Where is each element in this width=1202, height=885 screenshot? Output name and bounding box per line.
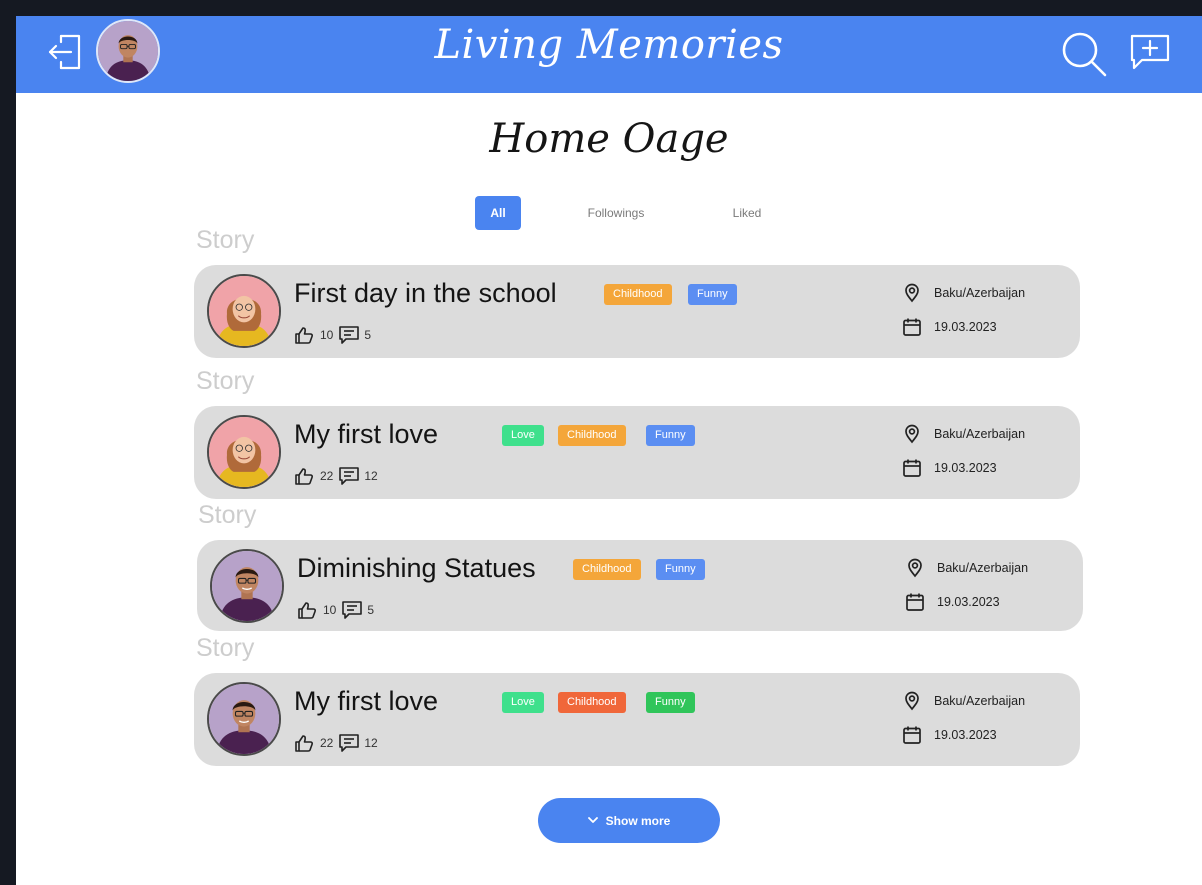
comment-icon[interactable] — [339, 467, 360, 485]
location-text: Baku/Azerbaijan — [934, 427, 1026, 441]
app-title: Living Memories — [434, 22, 784, 68]
comment-icon[interactable] — [339, 734, 360, 752]
story-date: 19.03.2023 — [902, 458, 997, 478]
story-card[interactable]: Diminishing Statues Childhood Funny 10 5… — [197, 540, 1083, 631]
story-stats: 10 5 — [297, 600, 374, 620]
tag-love[interactable]: Love — [502, 425, 544, 446]
tab-followings[interactable]: Followings — [568, 196, 664, 230]
author-avatar — [210, 549, 284, 623]
story-section-label: Story — [196, 367, 255, 395]
search-icon — [1062, 32, 1107, 77]
tag-childhood[interactable]: Childhood — [604, 284, 672, 305]
date-text: 19.03.2023 — [934, 728, 997, 742]
comment-icon[interactable] — [342, 601, 363, 619]
location-text: Baku/Azerbaijan — [934, 694, 1026, 708]
story-location: Baku/Azerbaijan — [902, 424, 1025, 444]
date-text: 19.03.2023 — [934, 320, 997, 334]
location-pin-icon — [905, 283, 919, 303]
story-location: Baku/Azerbaijan — [902, 283, 1025, 303]
top-navigation-bar: Living Memories — [16, 16, 1202, 93]
like-count: 22 — [320, 736, 334, 750]
author-avatar — [207, 682, 281, 756]
add-message-icon — [1130, 34, 1170, 70]
tab-all[interactable]: All — [475, 196, 521, 230]
like-count: 10 — [323, 603, 337, 617]
page-title: Home Oage — [489, 116, 729, 162]
tag-childhood[interactable]: Childhood — [558, 692, 626, 713]
calendar-icon — [906, 593, 924, 611]
story-stats: 10 5 — [294, 325, 371, 345]
tag-childhood[interactable]: Childhood — [573, 559, 641, 580]
thumbs-up-icon[interactable] — [294, 467, 314, 485]
show-more-button[interactable]: Show more — [538, 798, 720, 843]
comment-count: 12 — [364, 736, 378, 750]
new-story-button[interactable] — [1128, 32, 1176, 76]
story-date: 19.03.2023 — [902, 317, 997, 337]
tag-funny[interactable]: Funny — [688, 284, 737, 305]
story-title: My first love — [294, 419, 439, 449]
story-stats: 22 12 — [294, 733, 378, 753]
show-more-label: Show more — [605, 813, 671, 828]
feed-tabs: All Followings Liked — [16, 196, 1202, 230]
location-text: Baku/Azerbaijan — [937, 561, 1029, 575]
story-date: 19.03.2023 — [902, 725, 997, 745]
author-avatar — [207, 415, 281, 489]
story-title: First day in the school — [294, 278, 557, 308]
app-window: Living Memories Home Oage All Followings… — [16, 16, 1202, 885]
location-text: Baku/Azerbaijan — [934, 286, 1026, 300]
story-title: Diminishing Statues — [297, 553, 536, 583]
tag-funny[interactable]: Funny — [646, 692, 695, 713]
tab-liked[interactable]: Liked — [719, 196, 775, 230]
chevron-down-icon — [587, 817, 598, 823]
calendar-icon — [903, 459, 921, 477]
tag-funny[interactable]: Funny — [646, 425, 695, 446]
author-avatar — [207, 274, 281, 348]
thumbs-up-icon[interactable] — [294, 734, 314, 752]
story-section-label: Story — [198, 501, 257, 529]
comment-count: 12 — [364, 469, 378, 483]
story-card[interactable]: First day in the school Childhood Funny … — [194, 265, 1080, 358]
story-section-label: Story — [196, 634, 255, 662]
story-title: My first love — [294, 686, 439, 716]
location-pin-icon — [908, 558, 922, 578]
like-count: 22 — [320, 469, 334, 483]
comment-icon[interactable] — [339, 326, 360, 344]
comment-count: 5 — [364, 328, 372, 342]
story-card[interactable]: My first love Love Childhood Funny 22 12… — [194, 406, 1080, 499]
tag-love[interactable]: Love — [502, 692, 544, 713]
story-date: 19.03.2023 — [905, 592, 1000, 612]
location-pin-icon — [905, 691, 919, 711]
calendar-icon — [903, 318, 921, 336]
thumbs-up-icon[interactable] — [294, 326, 314, 344]
thumbs-up-icon[interactable] — [297, 601, 317, 619]
tag-childhood[interactable]: Childhood — [558, 425, 626, 446]
search-button[interactable] — [1060, 30, 1108, 78]
date-text: 19.03.2023 — [937, 595, 1000, 609]
like-count: 10 — [320, 328, 334, 342]
comment-count: 5 — [367, 603, 375, 617]
story-card[interactable]: My first love Love Childhood Funny 22 12… — [194, 673, 1080, 766]
story-stats: 22 12 — [294, 466, 378, 486]
story-location: Baku/Azerbaijan — [905, 558, 1028, 578]
calendar-icon — [903, 726, 921, 744]
location-pin-icon — [905, 424, 919, 444]
story-location: Baku/Azerbaijan — [902, 691, 1025, 711]
story-section-label: Story — [196, 226, 255, 254]
tag-funny[interactable]: Funny — [656, 559, 705, 580]
date-text: 19.03.2023 — [934, 461, 997, 475]
